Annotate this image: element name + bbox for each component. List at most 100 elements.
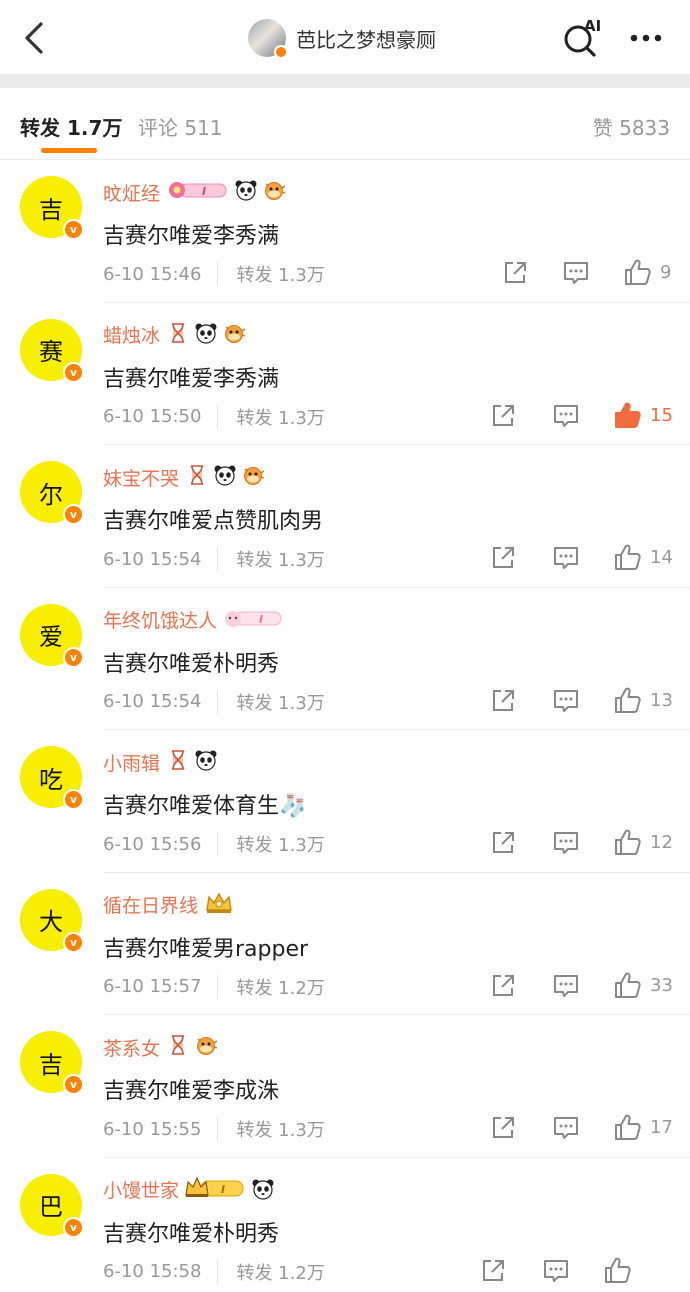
- username-row: 旼炡经 I: [103, 178, 290, 206]
- username[interactable]: 茶系女: [103, 1034, 160, 1061]
- verified-badge-icon: v: [63, 219, 84, 240]
- user-avatar[interactable]: 吉 v: [20, 176, 84, 240]
- username[interactable]: 小馒世家: [103, 1176, 179, 1203]
- username[interactable]: 蜡烛冰: [103, 321, 160, 348]
- panda-badge-icon: [252, 1179, 274, 1200]
- user-avatar[interactable]: 尔 v: [20, 461, 84, 525]
- like-icon[interactable]: [623, 258, 651, 286]
- share-icon[interactable]: [502, 260, 528, 286]
- repost-count: 转发 1.3万: [236, 407, 325, 429]
- tab-bar: 转发 1.7万 评论 511 赞 5833: [0, 88, 690, 160]
- svg-text:I: I: [202, 185, 206, 198]
- repost-item[interactable]: 巴 v 小馒世家 I 吉赛尔唯爱朴明秀 6-10 15:58 转发 1.2万: [0, 1158, 690, 1292]
- repost-item[interactable]: 吉 v 茶系女 吉赛尔唯爱李成洙 6-10 15:55 转发 1.3万 17: [0, 1015, 690, 1158]
- verified-badge-icon: v: [63, 789, 84, 810]
- user-avatar[interactable]: 爱 v: [20, 603, 84, 668]
- comment-icon[interactable]: [562, 260, 590, 286]
- like-icon[interactable]: [613, 1113, 641, 1141]
- comment-icon[interactable]: [552, 973, 580, 999]
- comment-icon[interactable]: [542, 1258, 570, 1284]
- comment-icon[interactable]: [552, 403, 580, 429]
- avatar-char: 吉: [39, 1050, 63, 1079]
- username[interactable]: 循在日界线: [103, 891, 198, 918]
- repost-item[interactable]: 吃 v 小雨辑 吉赛尔唯爱体育生🧦 6-10 15:56 转发 1.3万 12: [0, 730, 690, 873]
- user-avatar[interactable]: 吃 v: [20, 746, 84, 810]
- like-count: 15: [650, 404, 673, 426]
- repost-item[interactable]: 尔 v 妹宝不哭 吉赛尔唯爱点赞肌肉男 6-10 15:54 转发 1.3万 1…: [0, 445, 690, 588]
- author-avatar[interactable]: [248, 19, 288, 59]
- share-icon[interactable]: [480, 1258, 506, 1284]
- user-badges: [166, 1033, 222, 1061]
- avatar-char: 吉: [39, 195, 63, 224]
- username[interactable]: 小雨辑: [103, 749, 160, 776]
- hourglass-badge-icon: [172, 322, 185, 343]
- user-avatar[interactable]: 巴 v: [20, 1173, 84, 1238]
- tab-reposts[interactable]: 转发 1.7万: [20, 112, 122, 141]
- user-avatar[interactable]: 赛 v: [20, 318, 84, 383]
- share-icon[interactable]: [490, 830, 516, 856]
- timestamp: 6-10 15:54: [103, 548, 202, 570]
- username[interactable]: 妹宝不哭: [103, 464, 179, 491]
- user-badges: [166, 748, 222, 776]
- panda-badge-icon: [235, 180, 257, 201]
- username[interactable]: 旼炡经: [103, 179, 160, 206]
- title-area[interactable]: 芭比之梦想豪厕: [248, 18, 436, 59]
- pink-cat-tag-badge-icon: I: [225, 610, 282, 627]
- user-badges: I: [166, 178, 290, 206]
- repost-count: 转发 1.3万: [236, 1120, 325, 1141]
- user-badges: I: [185, 1175, 279, 1205]
- like-icon[interactable]: [613, 543, 641, 571]
- user-avatar[interactable]: 吉 v: [20, 1031, 84, 1095]
- comment-icon[interactable]: [552, 1115, 580, 1141]
- meta-divider: [217, 547, 219, 571]
- ai-search-icon[interactable]: AI: [560, 16, 604, 58]
- username-row: 妹宝不哭: [103, 463, 269, 491]
- like-icon[interactable]: [613, 401, 641, 429]
- repost-list: 吉 v 旼炡经 I 吉赛尔唯爱李秀满 6-10 15:46 转发 1.3万 9 …: [0, 160, 690, 1292]
- username-row: 小馒世家 I: [103, 1176, 279, 1204]
- share-icon[interactable]: [490, 403, 516, 429]
- repost-item[interactable]: 赛 v 蜡烛冰 吉赛尔唯爱李秀满 6-10 15:50 转发 1.3万 15: [0, 303, 690, 445]
- repost-item[interactable]: 爱 v 年终饥饿达人 I 吉赛尔唯爱朴明秀 6-10 15:54 转发 1.3万…: [0, 588, 690, 730]
- more-icon[interactable]: [626, 24, 666, 52]
- comment-icon[interactable]: [552, 830, 580, 856]
- comment-icon[interactable]: [552, 688, 580, 714]
- avatar-char: 吃: [39, 765, 63, 794]
- timestamp: 6-10 15:55: [103, 1118, 202, 1140]
- panda-badge-icon: [195, 750, 217, 771]
- user-avatar[interactable]: 大 v: [20, 888, 84, 953]
- like-icon[interactable]: [613, 971, 641, 999]
- pufferfish-badge-icon: [197, 1037, 218, 1055]
- like-icon[interactable]: [613, 828, 641, 856]
- comment-icon[interactable]: [552, 545, 580, 571]
- repost-count: 转发 1.3万: [236, 692, 325, 714]
- meta-divider: [217, 1259, 219, 1284]
- meta-divider: [217, 689, 219, 714]
- repost-text: 吉赛尔唯爱李成洙: [103, 1079, 280, 1104]
- like-count: 13: [650, 689, 673, 711]
- username[interactable]: 年终饥饿达人: [103, 606, 217, 633]
- section-divider: [0, 74, 690, 88]
- avatar-char: 大: [39, 908, 63, 936]
- meta-divider: [217, 1117, 219, 1141]
- top-nav-bar: 芭比之梦想豪厕 AI: [0, 0, 690, 74]
- back-arrow-icon[interactable]: [16, 18, 52, 58]
- like-icon[interactable]: [613, 686, 641, 714]
- like-count: 9: [660, 262, 672, 283]
- repost-text: 吉赛尔唯爱李秀满: [103, 366, 280, 392]
- tab-comments[interactable]: 评论 511: [138, 112, 223, 141]
- share-icon[interactable]: [490, 973, 516, 999]
- like-icon[interactable]: [603, 1256, 631, 1284]
- share-icon[interactable]: [490, 545, 516, 571]
- repost-item[interactable]: 大 v 循在日界线 吉赛尔唯爱男rapper 6-10 15:57 转发 1.2…: [0, 873, 690, 1015]
- tab-likes[interactable]: 赞 5833: [593, 112, 670, 141]
- share-icon[interactable]: [490, 1115, 516, 1141]
- timestamp: 6-10 15:54: [103, 691, 202, 712]
- crown-badge-icon: [206, 892, 232, 913]
- ai-label: AI: [584, 17, 601, 35]
- hourglass-badge-icon: [191, 465, 204, 485]
- repost-item[interactable]: 吉 v 旼炡经 I 吉赛尔唯爱李秀满 6-10 15:46 转发 1.3万 9: [0, 160, 690, 303]
- meta-row: 6-10 15:57 转发 1.2万: [103, 974, 325, 999]
- share-icon[interactable]: [490, 688, 516, 714]
- verified-badge-icon: v: [63, 931, 84, 953]
